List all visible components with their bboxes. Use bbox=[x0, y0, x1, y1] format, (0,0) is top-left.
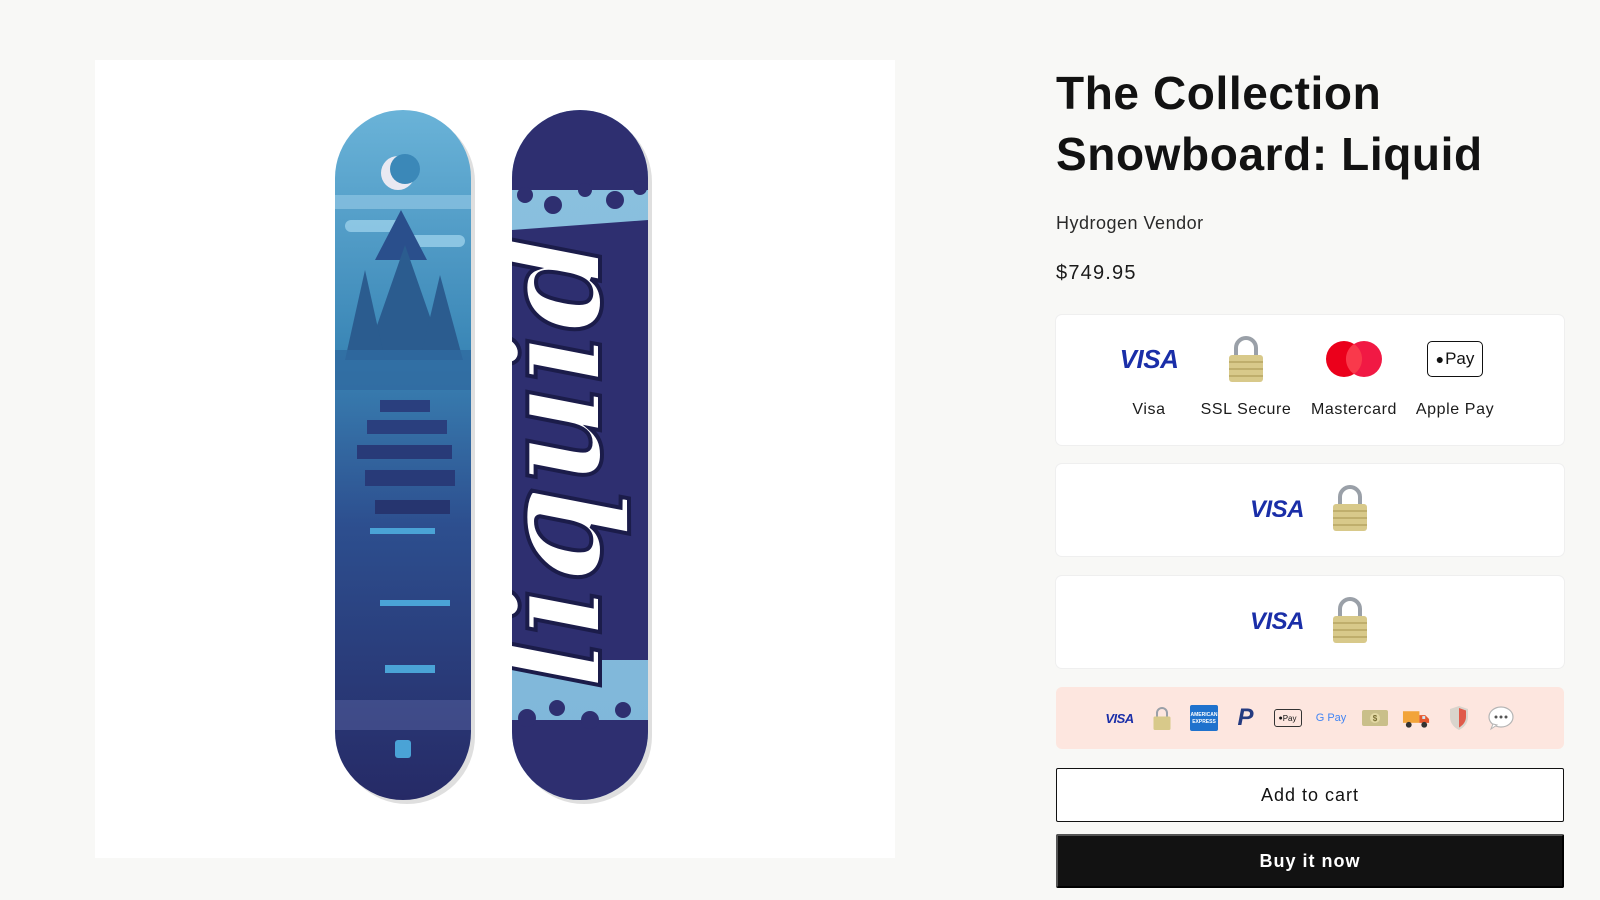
board-wordmark: liquid bbox=[470, 233, 634, 690]
badge-ssl: SSL Secure bbox=[1196, 333, 1296, 419]
padlock-icon bbox=[1330, 595, 1370, 650]
badge-visa: VISA Visa bbox=[1118, 333, 1180, 419]
add-to-cart-button[interactable]: Add to cart bbox=[1056, 768, 1564, 822]
product-title-line1: The Collection bbox=[1056, 67, 1382, 119]
cash-icon: $ bbox=[1360, 705, 1389, 731]
padlock-icon bbox=[1330, 483, 1370, 538]
mastercard-icon bbox=[1308, 333, 1400, 385]
badge-label-apple-pay: Apple Pay bbox=[1415, 401, 1495, 418]
compact-badges-card: VISA bbox=[1056, 576, 1564, 668]
badge-label-ssl: SSL Secure bbox=[1200, 401, 1292, 418]
amex-icon: AMERICAN EXPRESS bbox=[1189, 705, 1218, 731]
delivery-truck-icon bbox=[1402, 705, 1431, 731]
apple-pay-icon: ● Pay bbox=[1414, 333, 1496, 385]
product-title: The Collection Snowboard: Liquid bbox=[1056, 63, 1564, 185]
compact-badges-card: VISA bbox=[1056, 464, 1564, 556]
badge-apple-pay: ● Pay Apple Pay bbox=[1414, 333, 1496, 419]
badge-label-mastercard: Mastercard bbox=[1310, 401, 1398, 418]
product-title-line2: Snowboard: Liquid bbox=[1056, 128, 1483, 180]
snowboard-top-graphic bbox=[335, 110, 475, 804]
trust-badges-card: VISA Visa SSL Secure Mastercard ● Pay Ap… bbox=[1056, 315, 1564, 445]
product-info: The Collection Snowboard: Liquid Hydroge… bbox=[1056, 60, 1564, 888]
visa-icon: VISA bbox=[1249, 496, 1305, 523]
product-vendor: Hydrogen Vendor bbox=[1056, 213, 1204, 233]
visa-icon: VISA bbox=[1119, 343, 1179, 374]
buy-now-button[interactable]: Buy it now bbox=[1056, 834, 1564, 888]
badge-label-visa: Visa bbox=[1132, 401, 1166, 418]
svg-text:EXPRESS: EXPRESS bbox=[1192, 719, 1216, 725]
product-image[interactable]: liquid bbox=[95, 60, 895, 858]
badge-mastercard: Mastercard bbox=[1308, 333, 1400, 419]
paypal-icon: P bbox=[1237, 704, 1254, 731]
chat-bubble-icon bbox=[1486, 705, 1515, 731]
product-price: $749.95 bbox=[1056, 262, 1137, 284]
svg-text:AMERICAN: AMERICAN bbox=[1190, 712, 1217, 718]
snowboard-base-graphic: liquid bbox=[470, 110, 652, 804]
shield-icon bbox=[1444, 705, 1473, 731]
visa-icon: VISA bbox=[1105, 710, 1134, 726]
visa-icon: VISA bbox=[1249, 608, 1305, 635]
mini-badges-card: VISA AMERICAN EXPRESS P ● Pay G Pay $ bbox=[1056, 687, 1564, 749]
google-pay-icon: G Pay bbox=[1315, 712, 1347, 724]
snowboard-illustration: liquid bbox=[335, 110, 652, 804]
padlock-icon bbox=[1196, 333, 1296, 385]
apple-pay-icon: ● Pay bbox=[1273, 705, 1302, 731]
svg-text:$: $ bbox=[1372, 714, 1377, 723]
padlock-icon bbox=[1147, 705, 1176, 731]
